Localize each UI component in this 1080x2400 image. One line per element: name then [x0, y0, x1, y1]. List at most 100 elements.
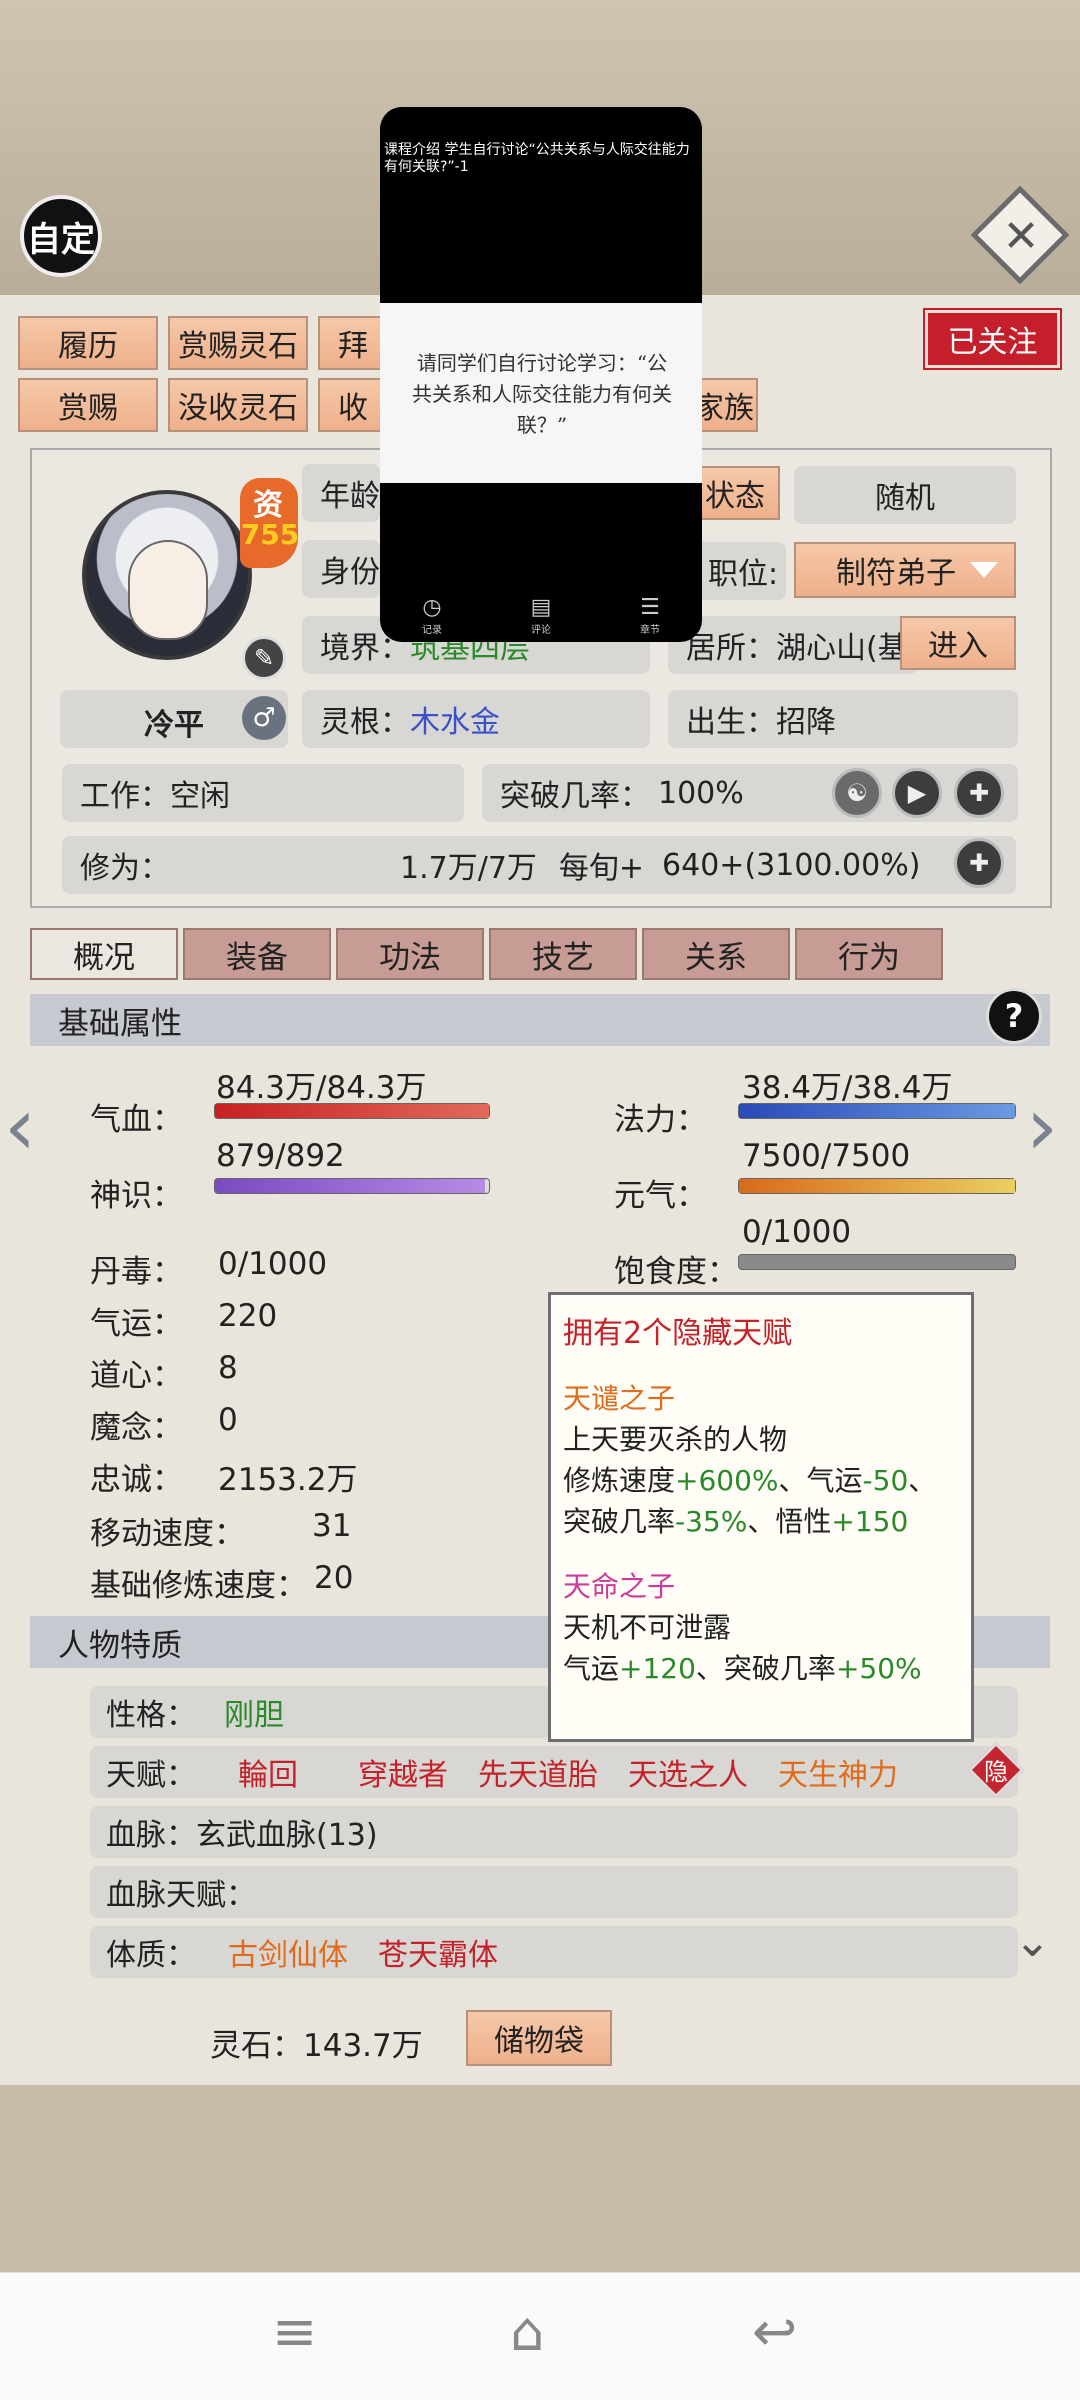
- record-icon[interactable]: ◷: [412, 595, 452, 620]
- physique-item[interactable]: 苍天霸体: [378, 1930, 498, 1974]
- vital-value: 7500/7500: [742, 1138, 911, 1174]
- age-field: 年龄: [302, 464, 380, 522]
- personality-label: 性格：: [106, 1698, 196, 1733]
- root-label: 灵根：: [320, 705, 410, 740]
- talent-effects: 突破几率-35%、悟性+150: [563, 1505, 909, 1538]
- chevron-down-icon[interactable]: ⌄: [1014, 1916, 1051, 1967]
- home-icon[interactable]: ⌂: [510, 2300, 544, 2363]
- breakthrough-figure-icon[interactable]: ☯: [832, 768, 882, 818]
- demon-label: 魔念：: [90, 1410, 183, 1446]
- hp-bar-track: [214, 1103, 490, 1119]
- close-icon[interactable]: ✕: [983, 198, 1059, 274]
- position-label: 职位:: [690, 542, 786, 600]
- tab-arts[interactable]: 技艺: [489, 928, 637, 980]
- random-button[interactable]: 随机: [794, 466, 1016, 524]
- age-label: 年龄: [320, 479, 380, 514]
- talent-item[interactable]: 穿越者: [358, 1750, 448, 1794]
- demon-value: 0: [218, 1402, 238, 1438]
- birth-field: 出生： 招降: [668, 690, 1018, 748]
- popup-body: 请同学们自行讨论学习：“公共关系和人际交往能力有何关联？”: [412, 351, 672, 437]
- history-button[interactable]: 履历: [18, 316, 158, 370]
- talent-effects: 气运+120、突破几率+50%: [563, 1652, 922, 1685]
- birth-value: 招降: [776, 705, 836, 740]
- talent-item[interactable]: 天选之人: [628, 1750, 748, 1794]
- tab-overview[interactable]: 概况: [30, 928, 178, 980]
- chapters-label: 章节: [640, 625, 660, 636]
- dao-value: 8: [218, 1350, 238, 1386]
- talent-field: 天赋： 輪回 穿越者 先天道胎 天选之人 天生神力: [90, 1746, 1018, 1798]
- male-icon: ♂: [242, 696, 286, 740]
- state-button[interactable]: 状态: [690, 466, 780, 520]
- popup-title: 课程介绍 学生自行讨论“公共关系与人际交往能力有何关联?”-1: [384, 142, 690, 175]
- position-value: 制符弟子: [836, 556, 956, 591]
- physique-item[interactable]: 古剑仙体: [228, 1930, 348, 1974]
- dropdown-arrow-icon: [970, 562, 998, 578]
- identity-label: 身份: [320, 555, 380, 590]
- talent-item[interactable]: 天生神力: [778, 1750, 898, 1794]
- worship-button[interactable]: 拜: [318, 316, 388, 370]
- breakthrough-label: 突破几率：: [500, 779, 650, 814]
- reward-button[interactable]: 赏赐: [18, 378, 158, 432]
- auto-button[interactable]: 自定: [20, 195, 102, 277]
- birth-label: 出生：: [686, 705, 776, 740]
- hp-bar-fill: [215, 1104, 489, 1118]
- previous-arrow-icon[interactable]: ‹: [4, 1080, 36, 1173]
- comment-icon[interactable]: ▤: [521, 595, 561, 620]
- speed-value: 31: [312, 1508, 352, 1544]
- work-field: 工作：空闲: [62, 764, 464, 822]
- tab-relations[interactable]: 关系: [642, 928, 790, 980]
- storage-bag-button[interactable]: 储物袋: [466, 2010, 612, 2066]
- edit-icon[interactable]: ✎: [242, 636, 286, 680]
- collect-button[interactable]: 收: [318, 378, 388, 432]
- menu-icon[interactable]: ≡: [272, 2300, 317, 2363]
- sense-bar-fill: [215, 1179, 485, 1193]
- tab-behavior[interactable]: 行为: [795, 928, 943, 980]
- talent-item[interactable]: 先天道胎: [478, 1750, 598, 1794]
- chapters-icon[interactable]: ☰: [630, 595, 670, 620]
- physique-field: 体质： 古剑仙体 苍天霸体: [90, 1926, 1018, 1978]
- vital-bar-track: [738, 1178, 1016, 1194]
- talent-description: 天机不可泄露: [563, 1611, 732, 1644]
- avatar-face: [128, 540, 208, 640]
- position-select[interactable]: 制符弟子: [794, 542, 1016, 598]
- sense-label: 神识：: [90, 1178, 183, 1214]
- mana-bar-fill: [739, 1104, 1015, 1118]
- hunger-value: 0/1000: [742, 1214, 852, 1250]
- mana-bar-track: [738, 1103, 1016, 1119]
- reward-stones-button[interactable]: 赏赐灵石: [168, 316, 308, 370]
- identity-field: 身份: [302, 540, 380, 598]
- hidden-talent-label: 隐: [984, 1758, 1008, 1786]
- vital-label: 元气：: [614, 1178, 707, 1214]
- tab-skills[interactable]: 功法: [336, 928, 484, 980]
- dao-label: 道心：: [90, 1358, 183, 1394]
- poison-label: 丹毒：: [90, 1254, 183, 1290]
- next-arrow-icon[interactable]: ›: [1026, 1080, 1058, 1173]
- talent-item[interactable]: 輪回: [238, 1750, 298, 1794]
- hunger-bar-track: [738, 1254, 1016, 1270]
- sense-value: 879/892: [216, 1138, 345, 1174]
- sense-bar-track: [214, 1178, 490, 1194]
- cultivation-value: 1.7万/7万: [400, 851, 537, 886]
- play-icon[interactable]: ▶: [892, 768, 942, 818]
- tab-equipment[interactable]: 装备: [183, 928, 331, 980]
- poison-value: 0/1000: [218, 1246, 328, 1282]
- back-icon[interactable]: ↩: [752, 2300, 797, 2363]
- spirit-stones-label: 灵石：: [210, 2028, 303, 2064]
- plus-icon[interactable]: ✚: [954, 838, 1004, 888]
- luck-label: 气运：: [90, 1306, 183, 1342]
- resource-value: 755: [240, 518, 300, 551]
- talent-description: 上天要灭杀的人物: [563, 1423, 788, 1456]
- tooltip-title: 拥有2个隐藏天赋: [563, 1316, 793, 1351]
- follow-button[interactable]: 已关注: [923, 308, 1062, 370]
- plus-icon[interactable]: ✚: [954, 768, 1004, 818]
- confiscate-stones-button[interactable]: 没收灵石: [168, 378, 308, 432]
- loyalty-label: 忠诚：: [90, 1462, 183, 1498]
- record-label: 记录: [422, 625, 442, 636]
- hp-value: 84.3万/84.3万: [216, 1070, 427, 1106]
- bottom-background: [0, 2085, 1080, 2275]
- help-icon[interactable]: ?: [986, 988, 1042, 1044]
- root-value: 木水金: [410, 705, 500, 740]
- talent-label: 天赋：: [106, 1758, 196, 1793]
- enter-button[interactable]: 进入: [900, 616, 1016, 670]
- spirit-stones-display: 灵石：143.7万: [210, 2020, 423, 2065]
